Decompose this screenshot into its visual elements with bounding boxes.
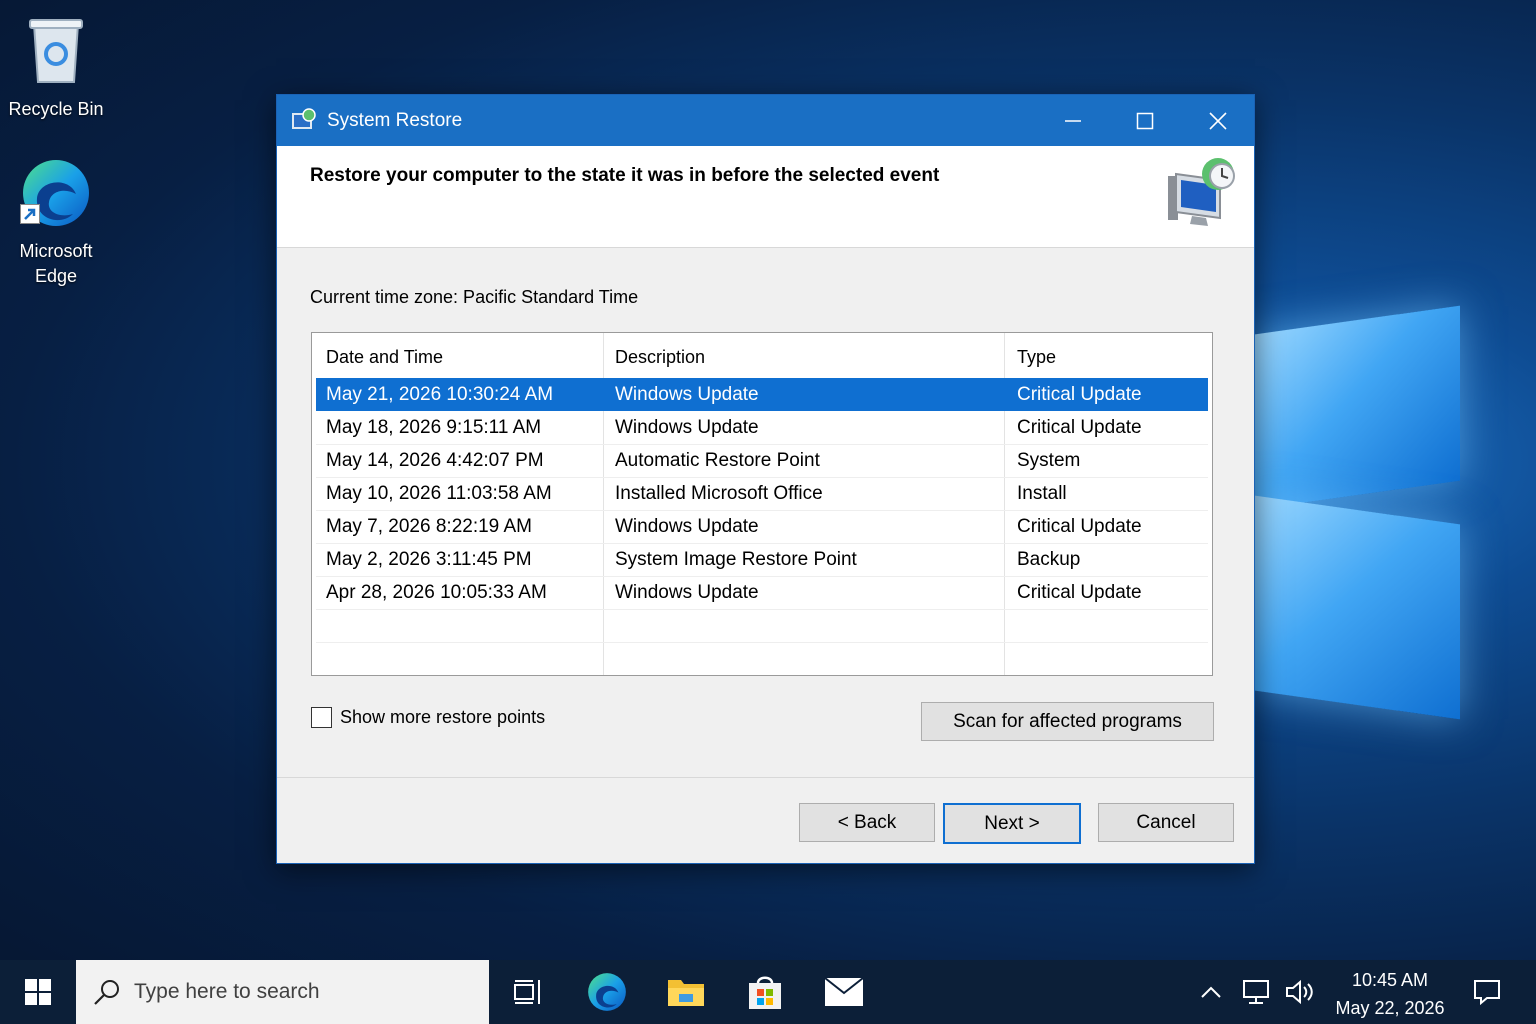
search-icon: [94, 980, 119, 1005]
network-button[interactable]: [1238, 960, 1274, 1024]
start-button[interactable]: [0, 960, 76, 1024]
cell-date: Apr 28, 2026 10:05:33 AM: [326, 582, 547, 603]
clock-time: 10:45 AM: [1351, 970, 1429, 990]
wallpaper-pane-bottom: [1255, 495, 1460, 720]
cell-description: Windows Update: [615, 384, 759, 405]
system-restore-graphic-icon: [1162, 154, 1242, 234]
desktop-icon-label-line2: Edge: [34, 266, 78, 286]
table-row[interactable]: Apr 28, 2026 10:05:33 AM Windows Update …: [316, 576, 1208, 609]
cell-type: Install: [1017, 483, 1067, 504]
scan-affected-programs-button[interactable]: Scan for affected programs: [921, 702, 1214, 741]
next-button[interactable]: Next >: [943, 803, 1081, 844]
checkbox-box[interactable]: [311, 707, 332, 728]
cell-date: May 7, 2026 8:22:19 AM: [326, 516, 532, 537]
cell-date: May 10, 2026 11:03:58 AM: [326, 483, 552, 504]
table-row[interactable]: May 18, 2026 9:15:11 AM Windows Update C…: [316, 411, 1208, 444]
edge-icon: [588, 973, 626, 1011]
minimize-button[interactable]: [1037, 95, 1109, 146]
table-row[interactable]: May 2, 2026 3:11:45 PM System Image Rest…: [316, 543, 1208, 576]
maximize-icon: [1136, 112, 1154, 129]
windows-start-icon: [25, 979, 51, 1005]
list-header: Date and Time Description Type: [312, 333, 1212, 379]
volume-button[interactable]: [1282, 960, 1318, 1024]
system-restore-icon: [291, 107, 317, 134]
windows-wallpaper-logo: [1250, 300, 1470, 720]
cell-description: Windows Update: [615, 417, 759, 438]
table-row[interactable]: May 7, 2026 8:22:19 AM Windows Update Cr…: [316, 510, 1208, 543]
header-date-and-time[interactable]: Date and Time: [326, 347, 443, 368]
taskbar-store-button[interactable]: [733, 960, 797, 1024]
show-more-checkbox[interactable]: Show more restore points: [311, 707, 545, 728]
header-description[interactable]: Description: [615, 347, 705, 368]
cell-date: May 18, 2026 9:15:11 AM: [326, 417, 542, 438]
cell-date: May 14, 2026 4:42:07 PM: [326, 450, 544, 471]
header-instruction: Restore your computer to the state it wa…: [310, 165, 940, 186]
header-panel: Restore your computer to the state it wa…: [277, 146, 1254, 248]
cell-description: Windows Update: [615, 516, 759, 537]
cell-type: Backup: [1017, 549, 1081, 570]
back-button[interactable]: < Back: [799, 803, 935, 842]
cancel-button[interactable]: Cancel: [1098, 803, 1234, 842]
maximize-button[interactable]: [1109, 95, 1181, 146]
taskbar-search-box[interactable]: Type here to search: [76, 960, 489, 1024]
header-type[interactable]: Type: [1017, 347, 1056, 368]
cell-type: System: [1017, 450, 1081, 471]
table-row-selected[interactable]: May 21, 2026 10:30:24 AM Windows Update …: [316, 378, 1208, 411]
cell-type: Critical Update: [1017, 417, 1142, 438]
close-icon: [1209, 111, 1227, 130]
desktop-icon-recycle-bin[interactable]: Recycle Bin: [6, 16, 106, 122]
cell-date: May 21, 2026 10:30:24 AM: [326, 384, 554, 405]
desktop-icon-label: Recycle Bin: [8, 99, 104, 119]
taskbar: Type here to search 10:45 AM May 22, 202…: [0, 960, 1536, 1024]
network-icon: [1243, 980, 1269, 1004]
wallpaper-pane-top: [1255, 305, 1460, 510]
close-button[interactable]: [1182, 95, 1254, 146]
cell-description: Automatic Restore Point: [615, 450, 820, 471]
table-row[interactable]: May 14, 2026 4:42:07 PM Automatic Restor…: [316, 444, 1208, 477]
taskbar-mail-button[interactable]: [812, 960, 876, 1024]
mail-icon: [824, 977, 864, 1006]
edge-icon: [6, 158, 106, 235]
action-center-button[interactable]: [1466, 960, 1508, 1024]
action-center-icon: [1474, 980, 1500, 1005]
cell-description: System Image Restore Point: [615, 549, 857, 570]
desktop-icon-label-line1: Microsoft: [19, 241, 93, 261]
file-explorer-icon: [668, 980, 704, 1006]
cell-type: Critical Update: [1017, 516, 1142, 537]
window-title: System Restore: [327, 109, 463, 131]
search-placeholder: Type here to search: [134, 980, 320, 1003]
taskbar-edge-button[interactable]: [575, 960, 639, 1024]
table-row[interactable]: May 10, 2026 11:03:58 AM Installed Micro…: [316, 477, 1208, 510]
recycle-bin-icon: [6, 16, 106, 93]
volume-icon: [1286, 979, 1313, 1005]
cell-description: Windows Update: [615, 582, 759, 603]
store-icon: [749, 976, 781, 1009]
cell-description: Installed Microsoft Office: [615, 483, 823, 504]
chevron-up-icon: [1201, 986, 1221, 998]
cell-type: Critical Update: [1017, 582, 1142, 603]
row-divider: [316, 609, 1208, 610]
minimize-icon: [1065, 119, 1081, 122]
cell-date: May 2, 2026 3:11:45 PM: [326, 549, 532, 570]
show-hidden-icons-button[interactable]: [1196, 960, 1226, 1024]
task-view-icon: [514, 980, 540, 1004]
taskbar-file-explorer-button[interactable]: [654, 960, 718, 1024]
system-restore-window: System Restore Restore your computer to …: [276, 94, 1255, 864]
desktop-icon-edge[interactable]: Microsoft Edge: [6, 158, 106, 289]
shortcut-arrow-icon: [20, 204, 40, 224]
clock-date: May 22, 2026: [1335, 998, 1445, 1018]
task-view-button[interactable]: [496, 960, 560, 1024]
restore-points-list[interactable]: Date and Time Description Type May 21, 2…: [311, 332, 1213, 676]
titlebar[interactable]: System Restore: [277, 95, 1254, 146]
cell-type: Critical Update: [1017, 384, 1142, 405]
show-more-label[interactable]: Show more restore points: [340, 707, 545, 728]
taskbar-clock[interactable]: 10:45 AM May 22, 2026: [1330, 966, 1450, 1022]
row-divider: [316, 642, 1208, 643]
timezone-label: Current time zone: Pacific Standard Time: [310, 287, 639, 307]
